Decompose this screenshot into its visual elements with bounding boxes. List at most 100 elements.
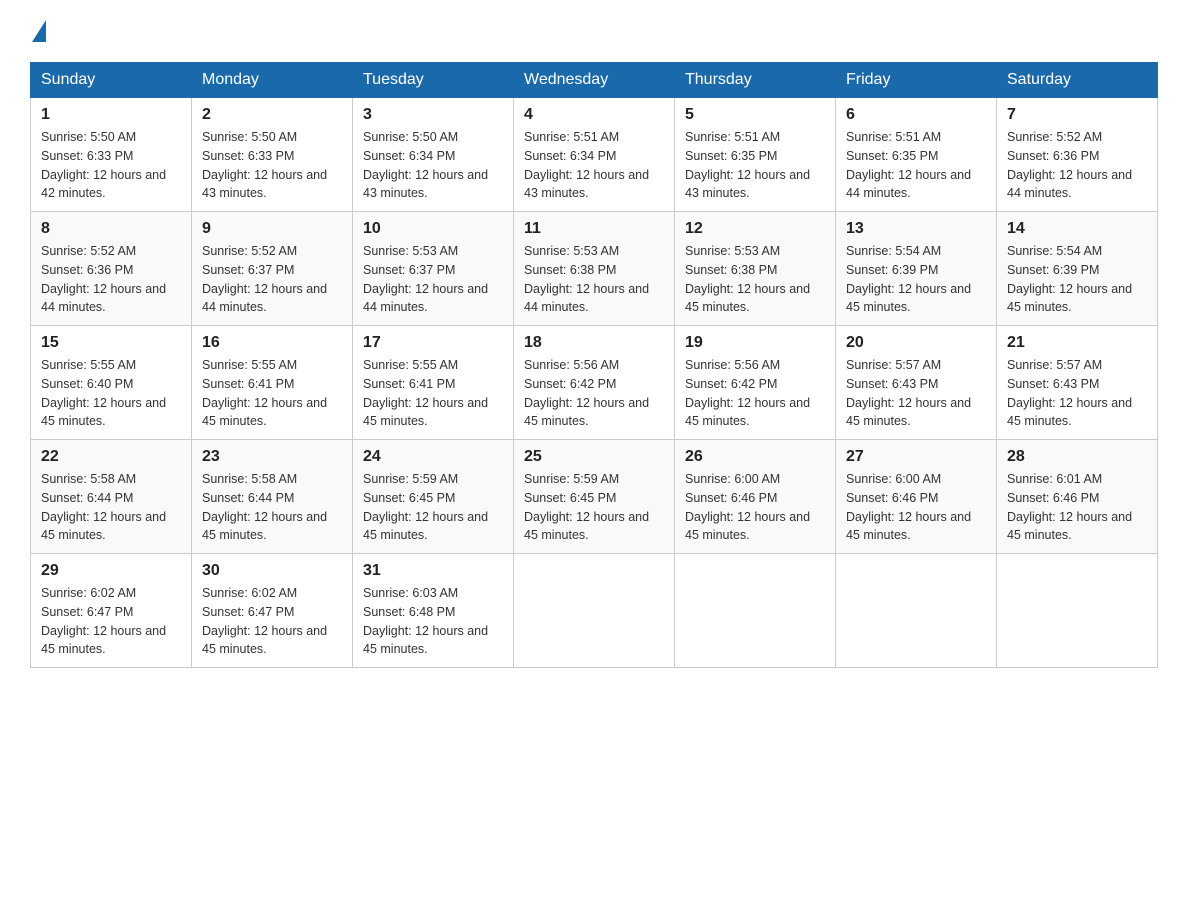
day-info: Sunrise: 5:57 AM Sunset: 6:43 PM Dayligh…: [846, 356, 986, 431]
calendar-cell: 25 Sunrise: 5:59 AM Sunset: 6:45 PM Dayl…: [514, 440, 675, 554]
calendar-cell: 16 Sunrise: 5:55 AM Sunset: 6:41 PM Dayl…: [192, 326, 353, 440]
calendar-cell: 3 Sunrise: 5:50 AM Sunset: 6:34 PM Dayli…: [353, 98, 514, 212]
day-number: 16: [202, 334, 342, 352]
day-number: 28: [1007, 448, 1147, 466]
day-number: 12: [685, 220, 825, 238]
calendar-cell: 26 Sunrise: 6:00 AM Sunset: 6:46 PM Dayl…: [675, 440, 836, 554]
day-info: Sunrise: 6:01 AM Sunset: 6:46 PM Dayligh…: [1007, 470, 1147, 545]
day-info: Sunrise: 5:58 AM Sunset: 6:44 PM Dayligh…: [202, 470, 342, 545]
calendar-cell: 9 Sunrise: 5:52 AM Sunset: 6:37 PM Dayli…: [192, 212, 353, 326]
day-number: 19: [685, 334, 825, 352]
calendar-cell: [514, 554, 675, 668]
calendar-cell: 8 Sunrise: 5:52 AM Sunset: 6:36 PM Dayli…: [31, 212, 192, 326]
day-info: Sunrise: 6:00 AM Sunset: 6:46 PM Dayligh…: [685, 470, 825, 545]
day-info: Sunrise: 5:56 AM Sunset: 6:42 PM Dayligh…: [524, 356, 664, 431]
calendar-cell: 1 Sunrise: 5:50 AM Sunset: 6:33 PM Dayli…: [31, 98, 192, 212]
calendar-cell: 12 Sunrise: 5:53 AM Sunset: 6:38 PM Dayl…: [675, 212, 836, 326]
day-info: Sunrise: 5:56 AM Sunset: 6:42 PM Dayligh…: [685, 356, 825, 431]
day-info: Sunrise: 5:50 AM Sunset: 6:33 PM Dayligh…: [41, 128, 181, 203]
logo: [30, 20, 48, 42]
calendar-cell: 17 Sunrise: 5:55 AM Sunset: 6:41 PM Dayl…: [353, 326, 514, 440]
day-info: Sunrise: 5:51 AM Sunset: 6:34 PM Dayligh…: [524, 128, 664, 203]
day-number: 5: [685, 106, 825, 124]
calendar-cell: 20 Sunrise: 5:57 AM Sunset: 6:43 PM Dayl…: [836, 326, 997, 440]
day-number: 21: [1007, 334, 1147, 352]
calendar-cell: 6 Sunrise: 5:51 AM Sunset: 6:35 PM Dayli…: [836, 98, 997, 212]
day-number: 14: [1007, 220, 1147, 238]
calendar-cell: 11 Sunrise: 5:53 AM Sunset: 6:38 PM Dayl…: [514, 212, 675, 326]
day-number: 27: [846, 448, 986, 466]
calendar-cell: 31 Sunrise: 6:03 AM Sunset: 6:48 PM Dayl…: [353, 554, 514, 668]
day-number: 3: [363, 106, 503, 124]
day-number: 7: [1007, 106, 1147, 124]
day-info: Sunrise: 5:55 AM Sunset: 6:40 PM Dayligh…: [41, 356, 181, 431]
day-number: 1: [41, 106, 181, 124]
day-number: 8: [41, 220, 181, 238]
calendar-table: SundayMondayTuesdayWednesdayThursdayFrid…: [30, 62, 1158, 668]
day-info: Sunrise: 5:57 AM Sunset: 6:43 PM Dayligh…: [1007, 356, 1147, 431]
day-number: 13: [846, 220, 986, 238]
day-number: 17: [363, 334, 503, 352]
day-info: Sunrise: 6:03 AM Sunset: 6:48 PM Dayligh…: [363, 584, 503, 659]
day-info: Sunrise: 5:58 AM Sunset: 6:44 PM Dayligh…: [41, 470, 181, 545]
calendar-cell: 5 Sunrise: 5:51 AM Sunset: 6:35 PM Dayli…: [675, 98, 836, 212]
day-info: Sunrise: 5:54 AM Sunset: 6:39 PM Dayligh…: [846, 242, 986, 317]
day-number: 22: [41, 448, 181, 466]
day-info: Sunrise: 6:02 AM Sunset: 6:47 PM Dayligh…: [41, 584, 181, 659]
day-number: 23: [202, 448, 342, 466]
day-number: 10: [363, 220, 503, 238]
day-number: 15: [41, 334, 181, 352]
calendar-cell: 10 Sunrise: 5:53 AM Sunset: 6:37 PM Dayl…: [353, 212, 514, 326]
day-info: Sunrise: 5:55 AM Sunset: 6:41 PM Dayligh…: [363, 356, 503, 431]
day-info: Sunrise: 6:02 AM Sunset: 6:47 PM Dayligh…: [202, 584, 342, 659]
calendar-week-row: 1 Sunrise: 5:50 AM Sunset: 6:33 PM Dayli…: [31, 98, 1158, 212]
calendar-cell: 15 Sunrise: 5:55 AM Sunset: 6:40 PM Dayl…: [31, 326, 192, 440]
calendar-week-row: 8 Sunrise: 5:52 AM Sunset: 6:36 PM Dayli…: [31, 212, 1158, 326]
day-number: 6: [846, 106, 986, 124]
calendar-cell: [836, 554, 997, 668]
day-number: 30: [202, 562, 342, 580]
weekday-header-friday: Friday: [836, 63, 997, 98]
day-info: Sunrise: 5:59 AM Sunset: 6:45 PM Dayligh…: [363, 470, 503, 545]
day-info: Sunrise: 6:00 AM Sunset: 6:46 PM Dayligh…: [846, 470, 986, 545]
calendar-week-row: 15 Sunrise: 5:55 AM Sunset: 6:40 PM Dayl…: [31, 326, 1158, 440]
weekday-header-wednesday: Wednesday: [514, 63, 675, 98]
calendar-cell: [997, 554, 1158, 668]
calendar-cell: [675, 554, 836, 668]
day-number: 29: [41, 562, 181, 580]
day-number: 18: [524, 334, 664, 352]
day-number: 9: [202, 220, 342, 238]
day-info: Sunrise: 5:50 AM Sunset: 6:33 PM Dayligh…: [202, 128, 342, 203]
day-number: 4: [524, 106, 664, 124]
day-number: 20: [846, 334, 986, 352]
calendar-week-row: 22 Sunrise: 5:58 AM Sunset: 6:44 PM Dayl…: [31, 440, 1158, 554]
calendar-cell: 7 Sunrise: 5:52 AM Sunset: 6:36 PM Dayli…: [997, 98, 1158, 212]
day-info: Sunrise: 5:59 AM Sunset: 6:45 PM Dayligh…: [524, 470, 664, 545]
weekday-header-monday: Monday: [192, 63, 353, 98]
calendar-cell: 2 Sunrise: 5:50 AM Sunset: 6:33 PM Dayli…: [192, 98, 353, 212]
day-number: 31: [363, 562, 503, 580]
day-number: 26: [685, 448, 825, 466]
calendar-cell: 22 Sunrise: 5:58 AM Sunset: 6:44 PM Dayl…: [31, 440, 192, 554]
day-number: 11: [524, 220, 664, 238]
day-info: Sunrise: 5:50 AM Sunset: 6:34 PM Dayligh…: [363, 128, 503, 203]
calendar-cell: 30 Sunrise: 6:02 AM Sunset: 6:47 PM Dayl…: [192, 554, 353, 668]
weekday-header-thursday: Thursday: [675, 63, 836, 98]
calendar-cell: 13 Sunrise: 5:54 AM Sunset: 6:39 PM Dayl…: [836, 212, 997, 326]
calendar-cell: 19 Sunrise: 5:56 AM Sunset: 6:42 PM Dayl…: [675, 326, 836, 440]
page-header: [30, 20, 1158, 42]
calendar-cell: 28 Sunrise: 6:01 AM Sunset: 6:46 PM Dayl…: [997, 440, 1158, 554]
logo-triangle-icon: [32, 20, 46, 42]
calendar-cell: 24 Sunrise: 5:59 AM Sunset: 6:45 PM Dayl…: [353, 440, 514, 554]
weekday-header-sunday: Sunday: [31, 63, 192, 98]
weekday-header-tuesday: Tuesday: [353, 63, 514, 98]
calendar-cell: 29 Sunrise: 6:02 AM Sunset: 6:47 PM Dayl…: [31, 554, 192, 668]
day-info: Sunrise: 5:52 AM Sunset: 6:37 PM Dayligh…: [202, 242, 342, 317]
day-number: 24: [363, 448, 503, 466]
day-info: Sunrise: 5:51 AM Sunset: 6:35 PM Dayligh…: [846, 128, 986, 203]
day-info: Sunrise: 5:51 AM Sunset: 6:35 PM Dayligh…: [685, 128, 825, 203]
day-info: Sunrise: 5:52 AM Sunset: 6:36 PM Dayligh…: [41, 242, 181, 317]
calendar-cell: 14 Sunrise: 5:54 AM Sunset: 6:39 PM Dayl…: [997, 212, 1158, 326]
day-number: 25: [524, 448, 664, 466]
weekday-header-saturday: Saturday: [997, 63, 1158, 98]
